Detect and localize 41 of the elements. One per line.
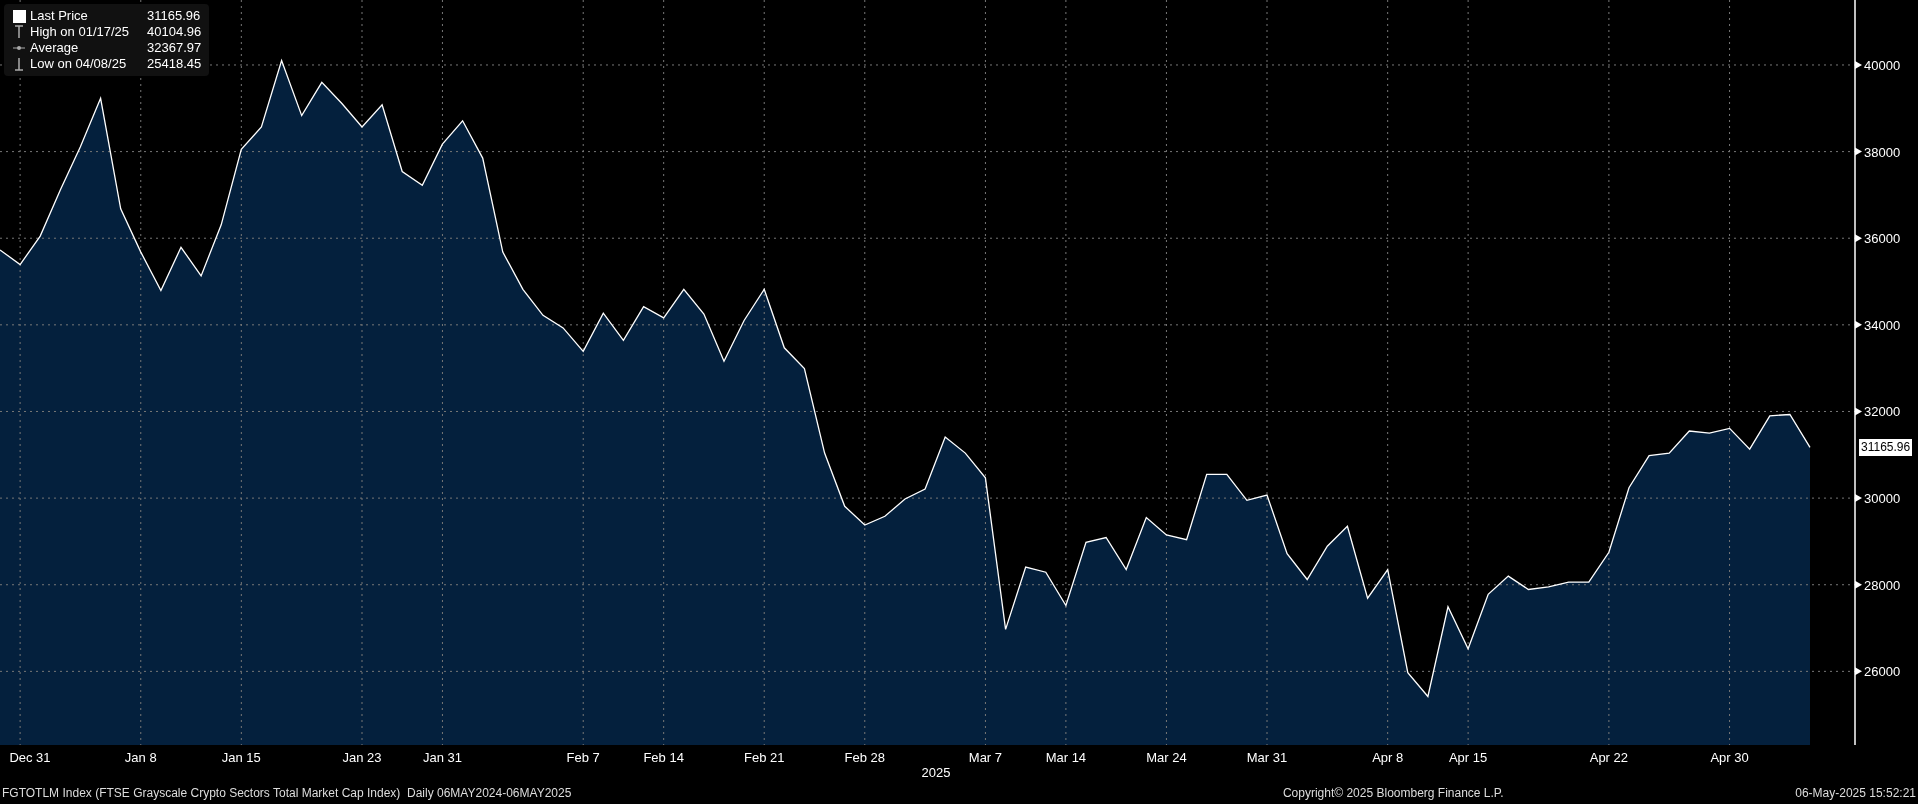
legend-label: Average <box>30 40 80 56</box>
x-tick-label: Dec 31 <box>9 750 51 765</box>
x-tick-label: Mar 7 <box>968 750 1003 765</box>
x-tick-label: Jan 31 <box>422 750 462 765</box>
legend-label: Low on 04/08/25 <box>30 56 128 72</box>
x-tick-label: Apr 8 <box>1372 750 1404 765</box>
high-marker-icon <box>14 25 24 39</box>
legend-swatch-icon <box>12 9 26 23</box>
x-tick-label: Apr 22 <box>1589 750 1629 765</box>
x-tick-label: Jan 15 <box>221 750 261 765</box>
x-tick-label: Apr 15 <box>1448 750 1488 765</box>
last-price-tag: 31165.96 <box>1859 439 1913 457</box>
y-tick-label: 34000 <box>1864 317 1901 333</box>
legend-value: 32367.97 <box>147 40 202 56</box>
y-tick-label: 32000 <box>1864 404 1901 420</box>
index-description: FGTOTLM Index (FTSE Grayscale Crypto Sectors Total Market Cap Index) Daily 06MAY2024-06MAY2025 <box>2 785 572 802</box>
x-tick-label: Jan 8 <box>124 750 157 765</box>
legend-label: Last Price <box>30 8 89 24</box>
x-tick-label: Feb 28 <box>844 750 885 765</box>
x-tick-label: Mar 14 <box>1045 750 1087 765</box>
x-tick-label: Feb 7 <box>566 750 600 765</box>
x-tick-label: Apr 30 <box>1710 750 1749 765</box>
y-tick-label: 36000 <box>1864 231 1901 247</box>
y-tick-label: 26000 <box>1864 664 1901 680</box>
x-tick-label: Feb 21 <box>744 750 785 765</box>
y-tick-label: 38000 <box>1864 144 1901 160</box>
x-tick-label: Jan 23 <box>342 750 382 765</box>
x-tick-label: Mar 31 <box>1246 750 1288 765</box>
x-tick-label: Mar 24 <box>1146 750 1187 765</box>
low-marker-icon <box>14 57 24 71</box>
timestamp: 06-May-2025 15:52:21 <box>1795 785 1916 802</box>
legend-value: 40104.96 <box>147 24 202 40</box>
copyright-text: Copyright© 2025 Bloomberg Finance L.P. <box>1282 785 1504 802</box>
y-tick-label: 30000 <box>1864 491 1901 507</box>
legend-label: High on 01/17/25 <box>30 24 131 40</box>
y-tick-label: 40000 <box>1864 57 1901 73</box>
legend-value: 25418.45 <box>147 56 202 72</box>
y-tick-label: 28000 <box>1864 577 1901 593</box>
x-tick-label: Feb 14 <box>643 750 684 765</box>
year-label: 2025 <box>921 765 951 780</box>
legend-value: 31165.96 <box>147 8 201 24</box>
